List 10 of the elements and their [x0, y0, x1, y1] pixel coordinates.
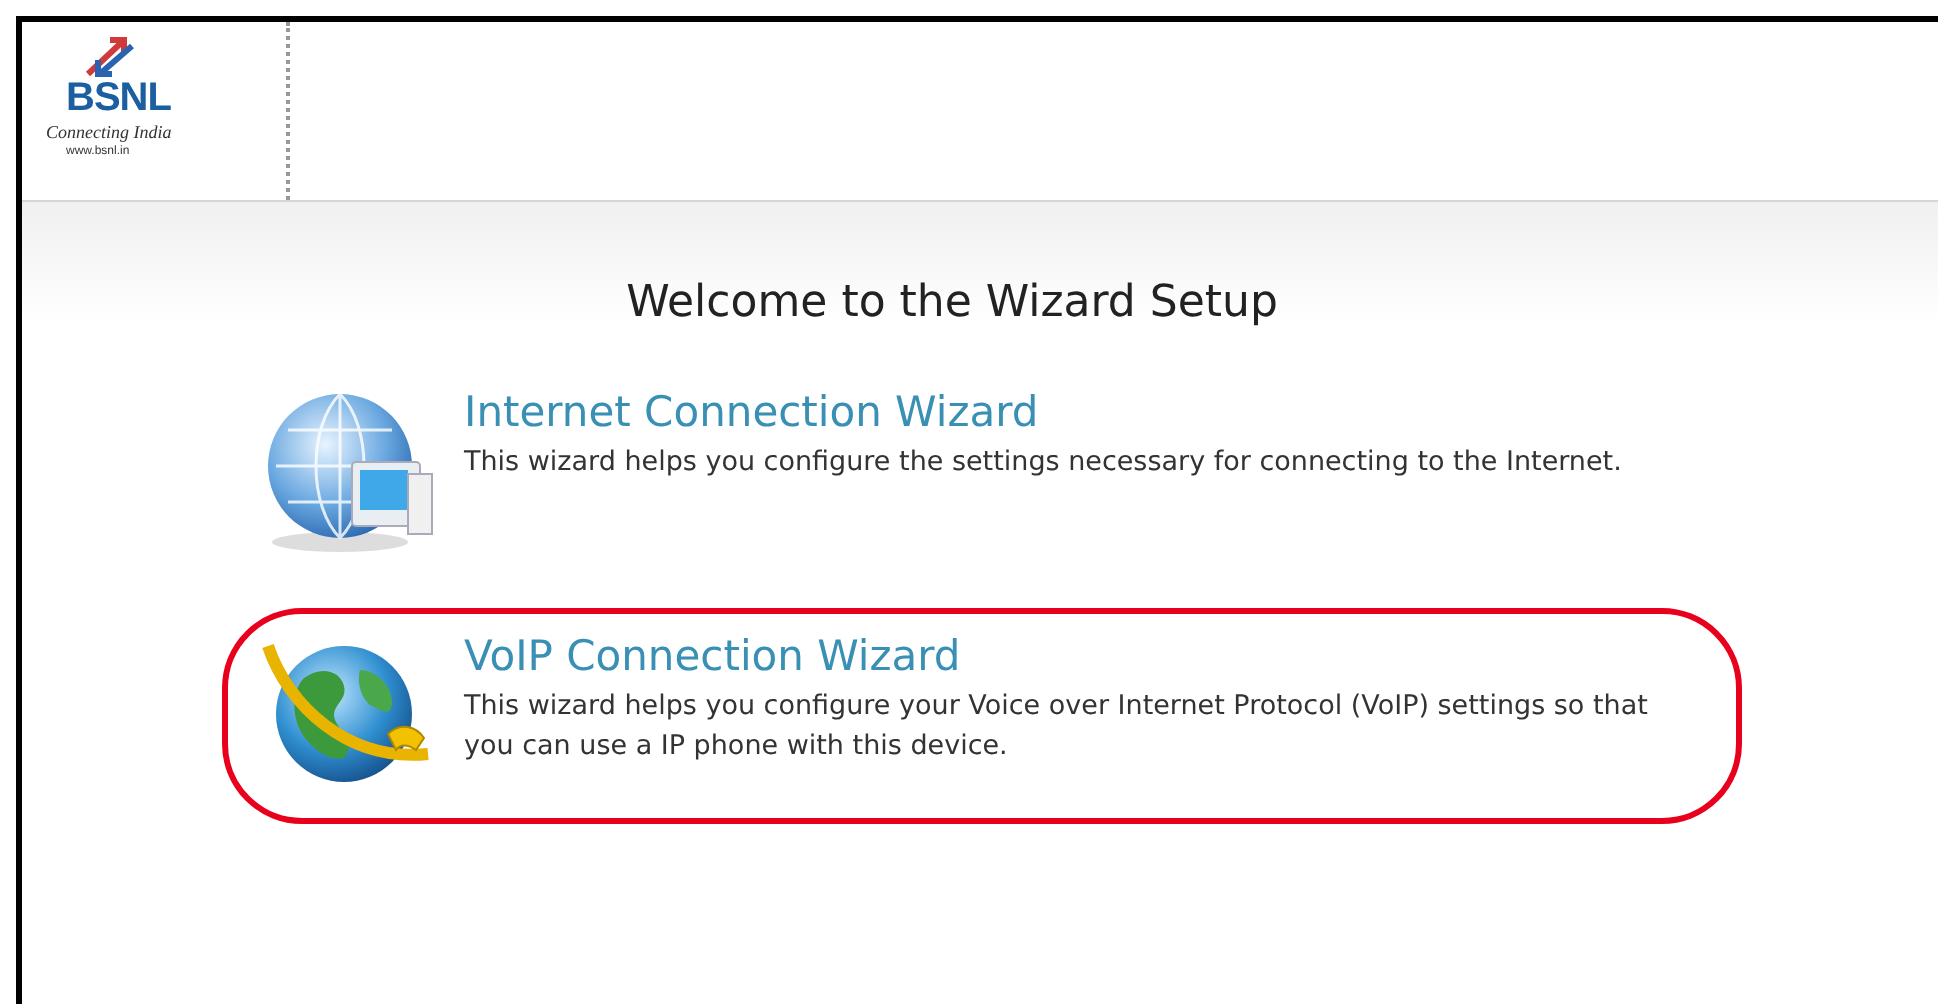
logo-name: BSNL	[66, 78, 171, 118]
wizard-option[interactable]: VoIP Connection Wizard This wizard helps you configure your Voice over Internet Protocol (VoIP) settings so that you can use a IP phone with this device.	[222, 608, 1742, 824]
wizard-title[interactable]: VoIP Connection Wizard	[464, 630, 1656, 682]
page-heading: Welcome to the Wizard Setup	[624, 276, 1280, 328]
logo-arrows-icon	[82, 34, 138, 78]
wizard-description: This wizard helps you configure the settings necessary for connecting to the Internet.	[464, 444, 1622, 482]
wizard-description: This wizard helps you configure your Voice over Internet Protocol (VoIP) settings so that you can use a IP phone with this device.	[464, 688, 1650, 766]
wizard-title[interactable]: Internet Connection Wizard	[464, 386, 1622, 438]
wizard-option[interactable]: Internet Connection Wizard This wizard helps you configure the settings necessary for connecting to the Internet.	[222, 364, 1742, 580]
logo-tagline: Connecting India	[46, 122, 172, 144]
